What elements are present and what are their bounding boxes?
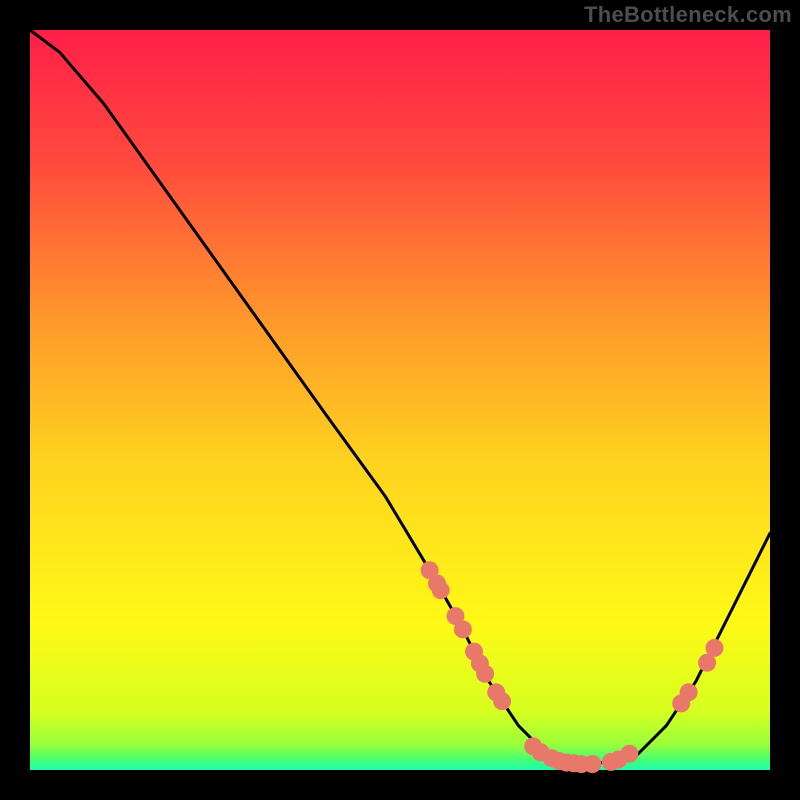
data-marker: [706, 639, 724, 657]
data-marker: [583, 755, 601, 773]
bottleneck-chart: [0, 0, 800, 800]
watermark-text: TheBottleneck.com: [584, 2, 792, 28]
data-marker: [454, 620, 472, 638]
data-marker: [620, 745, 638, 763]
chart-frame: TheBottleneck.com: [0, 0, 800, 800]
plot-area-rect: [30, 30, 770, 770]
data-marker: [493, 692, 511, 710]
data-marker: [476, 665, 494, 683]
data-marker: [680, 683, 698, 701]
data-marker: [432, 581, 450, 599]
